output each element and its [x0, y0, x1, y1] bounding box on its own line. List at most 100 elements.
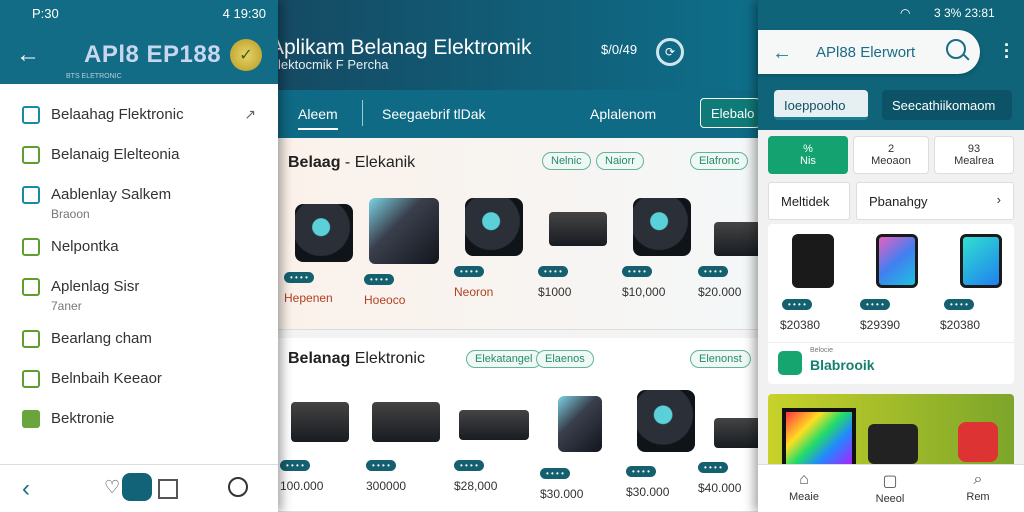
- menu-item-sub: Braoon: [51, 207, 90, 221]
- chevron-icon: ↗: [244, 106, 256, 122]
- product-badge: • • • •: [538, 266, 568, 277]
- heart-icon[interactable]: ♡: [104, 477, 120, 498]
- product-image: [714, 418, 762, 448]
- chevron-right-icon: ›: [996, 192, 1001, 207]
- store-caption: Belocie: [810, 347, 833, 354]
- phone-badge: • • • •: [860, 299, 890, 310]
- product-badge: • • • •: [540, 468, 570, 479]
- product-badge: • • • •: [364, 274, 394, 285]
- timer-icon[interactable]: ⟳: [656, 38, 684, 66]
- phone-image[interactable]: [960, 234, 1002, 288]
- recents-icon[interactable]: [158, 479, 178, 499]
- quick-card-top: 93: [967, 143, 981, 155]
- product-card[interactable]: • • • • Neoron: [454, 198, 534, 299]
- search-input[interactable]: APl88 Elerwort: [816, 44, 915, 61]
- product-card[interactable]: • • • • $30.000: [540, 390, 620, 501]
- store-name: Blabrooik: [810, 357, 875, 373]
- product-badge: • • • •: [454, 460, 484, 471]
- product-card[interactable]: • • • • Hepenen: [284, 204, 364, 305]
- product-price: $30.000: [540, 487, 584, 501]
- nav-bag[interactable]: ▢ Neeol: [860, 471, 920, 505]
- product-card[interactable]: • • • • $30.000: [626, 390, 706, 499]
- avatar[interactable]: ✓: [230, 39, 262, 71]
- filter-chip[interactable]: Naiorr: [596, 152, 644, 170]
- phone-image[interactable]: [792, 234, 834, 288]
- tab-apps[interactable]: Aplalenom: [590, 106, 656, 122]
- panel-title-bold: Belanag: [288, 350, 351, 367]
- menu-item[interactable]: Bektronie: [0, 410, 278, 450]
- product-price: Hoeoco: [364, 293, 406, 307]
- menu-item[interactable]: Nelpontka: [0, 238, 278, 278]
- menu-item[interactable]: Belaahag Flektronic ↗: [0, 106, 278, 146]
- nav-home[interactable]: ⌂ Meaie: [774, 471, 834, 503]
- back-arrow-icon[interactable]: ←: [16, 41, 46, 69]
- store-row[interactable]: Belocie Blabrooik: [768, 342, 1014, 382]
- phone-image[interactable]: [876, 234, 918, 288]
- filter-chip[interactable]: Elaenos: [536, 350, 594, 368]
- product-card[interactable]: • • • • $1000: [538, 198, 618, 299]
- center-header: Aplikam Belanag Elektromik lektocmik F P…: [270, 0, 758, 90]
- product-badge: • • • •: [366, 460, 396, 471]
- menu-item-label: Bektronie: [51, 410, 115, 427]
- menu-item[interactable]: Bearlang cham: [0, 330, 278, 370]
- product-image: [369, 198, 439, 264]
- tab-search[interactable]: Seegaebrif tlDak: [382, 106, 486, 122]
- phone-badge: • • • •: [944, 299, 974, 310]
- product-price: $28,000: [454, 479, 498, 493]
- nav-back-icon[interactable]: ‹: [22, 475, 30, 503]
- product-image: [459, 410, 529, 440]
- grid-icon: [22, 106, 40, 124]
- monitor-icon: [22, 186, 40, 204]
- menu-item[interactable]: Aplenlag Sisr 7aner: [0, 278, 278, 330]
- panel-title: Belanag Elektronic: [288, 350, 425, 368]
- menu-item-label: Aplenlag Sisr: [51, 278, 140, 295]
- menu-item[interactable]: Belnbaih Keeaor: [0, 370, 278, 410]
- nav-search[interactable]: ⌕ Rem: [948, 471, 1008, 503]
- product-card[interactable]: • • • • $10,000: [622, 198, 702, 299]
- filter-chip[interactable]: Nelnic: [542, 152, 591, 170]
- tab-divider: [362, 100, 363, 126]
- drawer-screen: P:30 4 19:30 ← APl8 EP188 BTS ELETRONIC …: [0, 0, 278, 512]
- nav-home-pill[interactable]: [122, 473, 152, 501]
- product-price: 100.000: [280, 479, 324, 493]
- product-image: [633, 198, 691, 256]
- product-card[interactable]: • • • • Hoeoco: [364, 198, 444, 307]
- product-badge: • • • •: [698, 266, 728, 277]
- quick-card[interactable]: 93 Mealrea: [934, 136, 1014, 174]
- speaker-image: [868, 424, 918, 464]
- back-arrow-icon[interactable]: ←: [772, 42, 792, 65]
- phone-price: $20380: [780, 318, 821, 332]
- phone-badge: • • • •: [782, 299, 812, 310]
- quick-card[interactable]: % Nis: [768, 136, 848, 174]
- product-panel: Belaag - Elekanik Nelnic Naiorr Elafronc…: [278, 138, 762, 330]
- filter-chip[interactable]: Elafronc: [690, 152, 749, 170]
- product-image: [295, 204, 353, 262]
- menu-item[interactable]: Belanaig Elelteonia: [0, 146, 278, 186]
- product-card[interactable]: • • • • 100.000: [280, 390, 360, 493]
- search-icon[interactable]: [228, 477, 248, 497]
- tab-search[interactable]: Seecathiikomaom: [882, 90, 1012, 120]
- product-card[interactable]: • • • • $28,000: [454, 390, 534, 493]
- status-bar: P:30 4 19:30: [0, 0, 278, 26]
- promo-banner[interactable]: [768, 394, 1014, 474]
- action-button[interactable]: Elebalo: [700, 98, 760, 128]
- tab-home[interactable]: Aleem: [298, 106, 338, 130]
- quick-card[interactable]: 2 Meoaon: [853, 136, 929, 174]
- battery-icon: [22, 146, 40, 164]
- search-icon[interactable]: [946, 39, 966, 59]
- search-bar[interactable]: ← APl88 Elerwort: [758, 30, 980, 74]
- more-icon[interactable]: · · ·: [1004, 36, 1010, 66]
- product-card[interactable]: • • • • 300000: [366, 390, 446, 493]
- filter-chip[interactable]: Elenonst: [690, 350, 751, 368]
- product-badge: • • • •: [622, 266, 652, 277]
- product-badge: • • • •: [698, 462, 728, 473]
- drawer-subtitle: BTS ELETRONIC: [66, 73, 122, 80]
- filter-dropdown[interactable]: Pbanahgy ›: [856, 182, 1014, 220]
- system-nav-bar: ‹ ♡: [0, 464, 278, 512]
- menu-item[interactable]: Aablenlay Salkem Braoon: [0, 186, 278, 238]
- filter-button[interactable]: Meltidek: [768, 182, 850, 220]
- tab-shop[interactable]: Ioeppooho: [774, 90, 868, 120]
- filter-chip[interactable]: Elekatangel: [466, 350, 542, 368]
- product-price: Neoron: [454, 285, 494, 299]
- nav-home-label: Meaie: [789, 491, 819, 503]
